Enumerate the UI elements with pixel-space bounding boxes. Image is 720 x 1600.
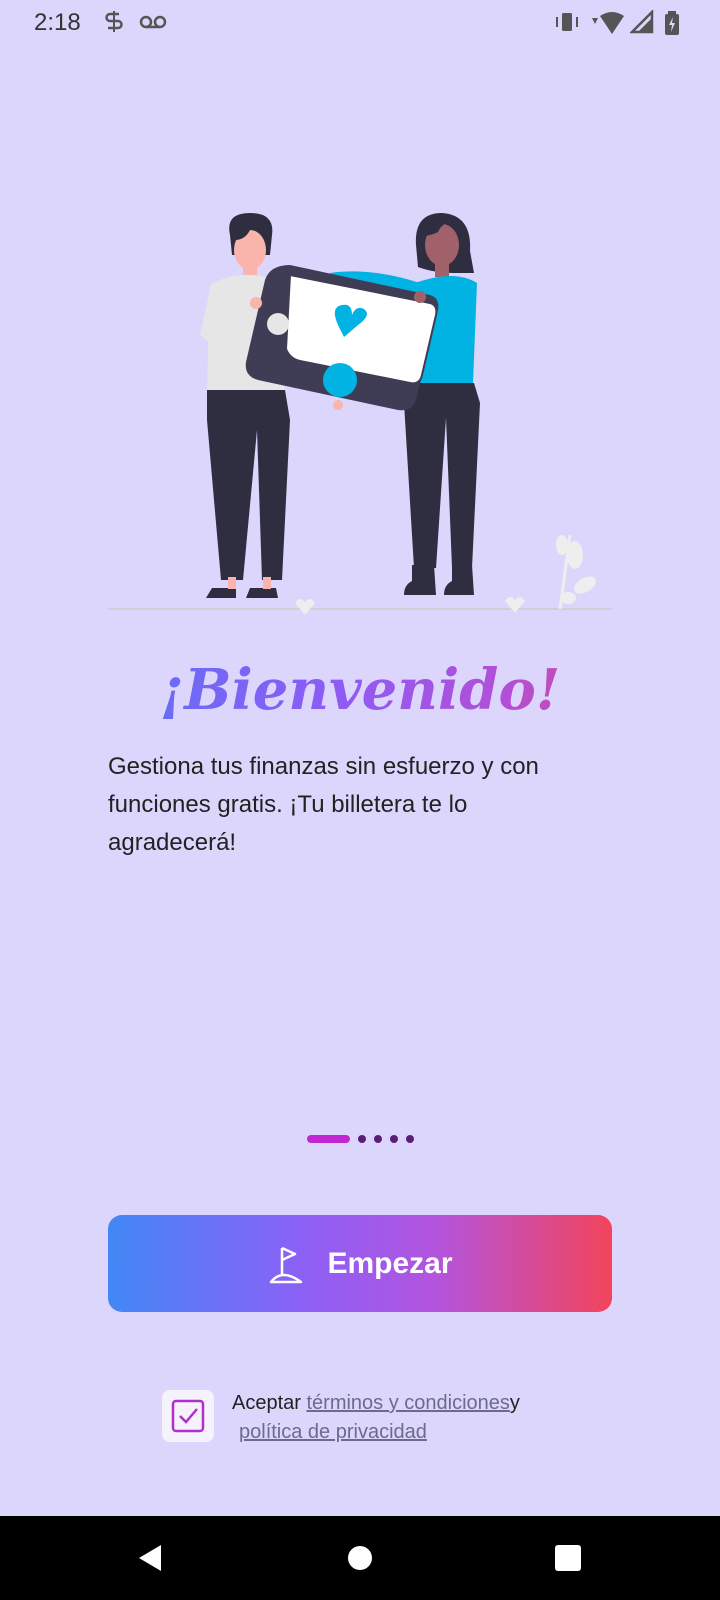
terms-link[interactable]: términos y condiciones (306, 1392, 509, 1414)
plant-decoration (295, 534, 596, 615)
page-indicator-active (307, 1135, 350, 1143)
terms-text: Aceptar términos y condicionesy (232, 1392, 520, 1415)
recents-button[interactable] (518, 1516, 618, 1600)
privacy-link[interactable]: política de privacidad (239, 1421, 427, 1443)
home-icon (348, 1546, 372, 1570)
flag-icon (270, 1246, 303, 1283)
terms-prefix: Aceptar (232, 1392, 307, 1414)
welcome-description: Gestiona tus finanzas sin esfuerzo y con… (108, 753, 539, 856)
s-icon (105, 11, 123, 32)
page-indicator-dot (374, 1135, 382, 1143)
battery-icon (665, 11, 679, 35)
page-indicator (0, 1133, 720, 1145)
back-icon (139, 1545, 161, 1571)
navigation-bar (0, 1516, 720, 1600)
terms-conjunction: y (509, 1392, 520, 1414)
page-indicator-dot (358, 1135, 366, 1143)
welcome-title: ¡Bienvenido! (0, 650, 720, 730)
home-button[interactable] (310, 1516, 410, 1600)
vibrate-icon (556, 13, 578, 31)
terms-consent: Aceptar términos y condicionesy política… (162, 1388, 622, 1448)
recents-icon (555, 1545, 581, 1571)
start-button[interactable]: Empezar (108, 1215, 612, 1312)
back-button[interactable] (100, 1516, 200, 1600)
voicemail-icon (139, 15, 167, 29)
wifi-icon (592, 12, 624, 34)
checkmark-icon (171, 1399, 205, 1433)
page-indicator-dot (406, 1135, 414, 1143)
status-bar: 2:18 (0, 0, 720, 48)
terms-checkbox[interactable] (162, 1390, 214, 1442)
privacy-text: política de privacidad (239, 1421, 427, 1444)
signal-icon (630, 10, 654, 34)
welcome-illustration (108, 213, 612, 615)
status-time: 2:18 (34, 9, 81, 36)
start-button-label: Empezar (327, 1246, 453, 1280)
page-indicator-dot (390, 1135, 398, 1143)
